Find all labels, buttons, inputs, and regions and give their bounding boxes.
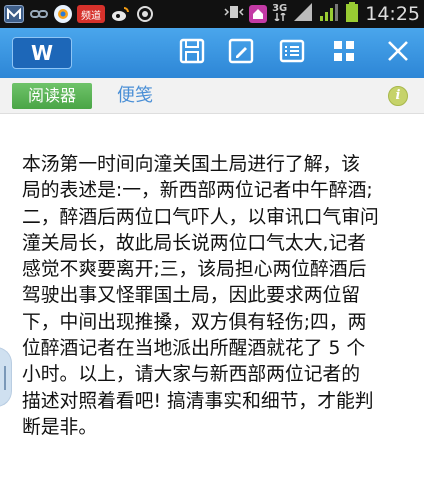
- save-button[interactable]: [178, 38, 206, 68]
- save-icon: [179, 38, 205, 68]
- signal-icon: [292, 3, 314, 25]
- clock: 14:25: [365, 3, 420, 25]
- browser-icon: [54, 5, 72, 23]
- network-label: 3G: [272, 3, 288, 14]
- system-icons: 3G 14:25: [224, 0, 420, 28]
- list-button[interactable]: [278, 39, 306, 67]
- home-icon: [249, 5, 268, 23]
- battery-icon: [346, 2, 359, 26]
- network-type: 3G: [272, 4, 287, 24]
- article-text: 本汤第一时间向潼关国土局进行了解，该 局的表述是:一，新西部两位记者中午醉酒; …: [22, 154, 379, 438]
- m-app-icon: [4, 5, 24, 23]
- close-icon: [386, 39, 410, 67]
- app-logo[interactable]: W: [12, 37, 72, 69]
- tab-reader[interactable]: 阅读器: [12, 83, 92, 109]
- settings-circle-icon: [135, 5, 155, 23]
- link-icon: [29, 5, 49, 23]
- grid-icon: [332, 39, 356, 67]
- signal-strength-icon: [319, 3, 341, 25]
- app-toolbar: W: [0, 28, 424, 78]
- vibrate-icon: [224, 4, 244, 24]
- edit-icon: [228, 38, 254, 68]
- notification-icons: 频道: [0, 5, 155, 23]
- weibo-icon: [110, 5, 130, 23]
- logo-letter: W: [30, 41, 54, 65]
- status-bar: 频道 3G 14:25: [0, 0, 424, 28]
- article-body: 本汤第一时间向潼关国土局进行了解，该 局的表述是:一，新西部两位记者中午醉酒; …: [22, 152, 417, 441]
- list-icon: [279, 38, 305, 68]
- edit-button[interactable]: [227, 38, 255, 68]
- side-drawer-handle[interactable]: [0, 347, 12, 407]
- news-app-icon: 频道: [77, 5, 105, 23]
- close-button[interactable]: [384, 39, 412, 67]
- grid-button[interactable]: [330, 39, 358, 67]
- mode-tabs: 阅读器 便笺 i: [0, 78, 424, 114]
- info-icon[interactable]: i: [388, 86, 408, 106]
- tab-note[interactable]: 便笺: [117, 83, 153, 109]
